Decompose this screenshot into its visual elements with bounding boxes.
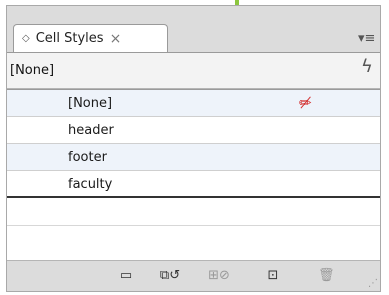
delete-style-icon[interactable]: 🗑 <box>318 268 335 284</box>
style-item-faculty[interactable]: faculty <box>7 171 380 198</box>
style-item-label: header <box>68 123 114 138</box>
resize-grip-icon[interactable]: ⋰ <box>368 278 378 289</box>
current-style-label: [None] <box>10 63 55 78</box>
tab-label: Cell Styles <box>35 31 104 46</box>
empty-row <box>7 199 380 226</box>
style-list: [None] ✏̸ header footer faculty <box>7 89 380 260</box>
style-item-none[interactable]: [None] ✏̸ <box>7 90 380 117</box>
style-item-label: footer <box>68 150 107 165</box>
style-item-label: [None] <box>68 96 113 111</box>
tab-cell-styles[interactable]: ◇ Cell Styles × <box>13 24 168 52</box>
tab-grip-icon: ◇ <box>22 33 30 44</box>
style-item-header[interactable]: header <box>7 117 380 144</box>
tab-close-icon[interactable]: × <box>110 31 122 47</box>
quick-apply-icon[interactable]: ϟ <box>361 56 373 77</box>
style-group-folder-icon[interactable]: ▭ <box>118 268 134 284</box>
pencil-slash-icon: ✏̸ <box>299 94 312 112</box>
style-item-footer[interactable]: footer <box>7 144 380 171</box>
panel-menu-icon[interactable]: ▾≡ <box>358 31 375 46</box>
panel-footer: ▭ ⧉↺ ⊞⊘ ⊡ 🗑 ⋰ <box>7 260 380 291</box>
current-style-bar <box>7 52 380 89</box>
new-style-icon[interactable]: ⊡ <box>265 268 281 284</box>
style-item-label: faculty <box>68 177 113 192</box>
break-link-icon[interactable]: ⊞⊘ <box>206 268 232 284</box>
clear-overrides-icon[interactable]: ⧉↺ <box>157 268 183 284</box>
